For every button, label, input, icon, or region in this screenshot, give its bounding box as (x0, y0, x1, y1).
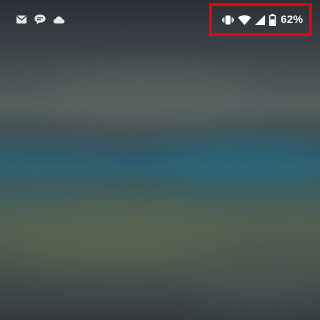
wallpaper-blur-area (40, 70, 260, 125)
wallpaper-blur-area (0, 150, 130, 190)
home-screen: 62% (0, 0, 320, 320)
wifi-icon (237, 14, 251, 25)
chat-icon (34, 14, 46, 25)
wallpaper-blur-area (150, 140, 320, 185)
signal-icon (254, 14, 265, 25)
wallpaper-blur-area (180, 250, 320, 305)
system-status-icons: 62% (209, 3, 312, 36)
battery-icon (268, 13, 276, 26)
notification-icons (16, 14, 65, 25)
battery-percentage: 62% (280, 13, 303, 26)
cloud-icon (53, 16, 65, 23)
vibrate-icon (221, 15, 234, 24)
gmail-icon (16, 15, 27, 24)
status-bar[interactable]: 62% (0, 0, 320, 38)
wallpaper-blur-area (10, 210, 240, 270)
